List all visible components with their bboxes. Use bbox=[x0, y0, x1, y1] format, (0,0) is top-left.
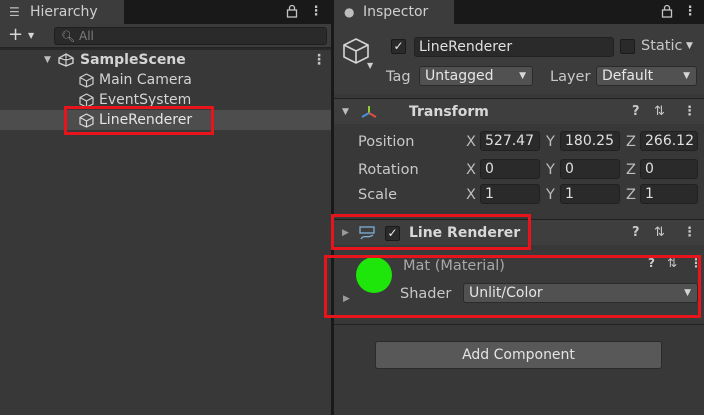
position-label: Position bbox=[358, 134, 415, 150]
chevron-down-icon[interactable]: ▼ bbox=[28, 31, 34, 40]
position-x-field[interactable]: 527.47 bbox=[480, 131, 540, 151]
hierarchy-tab-label: Hierarchy bbox=[30, 4, 98, 20]
x-label: X bbox=[466, 162, 476, 178]
kebab-menu-icon[interactable]: ⋮ bbox=[308, 4, 324, 20]
z-label: Z bbox=[626, 134, 636, 150]
expand-triangle-icon[interactable]: ▼ bbox=[342, 99, 349, 125]
rotation-z-field[interactable]: 0 bbox=[640, 159, 698, 179]
hamburger-list-icon: ☰ bbox=[9, 5, 20, 19]
transform-axes-icon bbox=[360, 104, 378, 124]
help-icon[interactable]: ? bbox=[648, 250, 655, 276]
help-icon[interactable]: ? bbox=[632, 220, 640, 246]
chevron-down-icon: ▼ bbox=[519, 71, 526, 81]
help-icon[interactable]: ? bbox=[632, 99, 640, 125]
add-component-button[interactable]: Add Component bbox=[375, 341, 662, 369]
active-checkbox[interactable]: ✓ bbox=[391, 39, 406, 54]
chevron-down-icon: ▼ bbox=[683, 71, 690, 81]
gameobject-cube-icon[interactable] bbox=[342, 37, 370, 69]
search-icon: 🔍︎ bbox=[61, 30, 75, 43]
hierarchy-tab[interactable]: ☰ Hierarchy bbox=[0, 0, 124, 24]
expand-triangle-icon[interactable]: ▼ bbox=[44, 50, 51, 70]
kebab-menu-icon[interactable]: ⋮ bbox=[682, 4, 698, 20]
shader-label: Shader bbox=[400, 286, 452, 302]
scene-row[interactable]: ▼ SampleScene ⋮ bbox=[0, 50, 331, 70]
y-label: Y bbox=[546, 162, 555, 178]
hierarchy-item-label: EventSystem bbox=[99, 92, 192, 108]
object-name-field[interactable]: LineRenderer bbox=[414, 37, 614, 57]
scene-name: SampleScene bbox=[80, 52, 186, 68]
shader-dropdown[interactable]: Unlit/Color ▼ bbox=[463, 283, 698, 303]
rotation-x-field[interactable]: 0 bbox=[480, 159, 540, 179]
chevron-down-icon[interactable]: ▼ bbox=[686, 41, 693, 51]
shader-value: Unlit/Color bbox=[469, 285, 543, 301]
material-name: Mat (Material) bbox=[403, 258, 505, 274]
scale-x-field[interactable]: 1 bbox=[480, 184, 540, 204]
kebab-menu-icon[interactable]: ⋮ bbox=[683, 99, 696, 125]
layer-dropdown[interactable]: Default ▼ bbox=[596, 66, 697, 86]
scene-kebab-icon[interactable]: ⋮ bbox=[312, 50, 326, 70]
lock-icon[interactable] bbox=[284, 4, 300, 23]
y-label: Y bbox=[546, 187, 555, 203]
material-preview-sphere bbox=[356, 257, 392, 293]
scale-y-field[interactable]: 1 bbox=[560, 184, 620, 204]
collapse-triangle-icon[interactable]: ▶ bbox=[343, 294, 350, 304]
tag-value: Untagged bbox=[425, 68, 494, 84]
static-label: Static bbox=[641, 38, 683, 54]
line-renderer-enabled-checkbox[interactable]: ✓ bbox=[385, 226, 400, 241]
y-label: Y bbox=[546, 134, 555, 150]
z-label: Z bbox=[626, 162, 636, 178]
search-placeholder: All bbox=[79, 29, 94, 43]
kebab-menu-icon[interactable]: ⋮ bbox=[683, 220, 696, 246]
hierarchy-item-linerenderer[interactable]: LineRenderer bbox=[0, 110, 331, 130]
transform-header[interactable]: ▼ Transform ? ⇅ ⋮ bbox=[334, 98, 704, 124]
line-renderer-icon bbox=[358, 225, 376, 245]
inspector-tab[interactable]: ● Inspector bbox=[334, 0, 454, 24]
hierarchy-item-label: LineRenderer bbox=[99, 112, 193, 128]
transform-title: Transform bbox=[409, 104, 489, 120]
chevron-down-icon[interactable]: ▼ bbox=[367, 61, 373, 70]
layer-value: Default bbox=[602, 68, 654, 84]
create-add-button[interactable]: + bbox=[8, 25, 23, 45]
presets-sliders-icon[interactable]: ⇅ bbox=[654, 99, 665, 125]
inspector-tab-label: Inspector bbox=[363, 4, 429, 20]
tag-label: Tag bbox=[386, 69, 411, 85]
tag-dropdown[interactable]: Untagged ▼ bbox=[419, 66, 533, 86]
x-label: X bbox=[466, 187, 476, 203]
z-label: Z bbox=[626, 187, 636, 203]
chevron-down-icon: ▼ bbox=[684, 288, 691, 298]
rotation-label: Rotation bbox=[358, 162, 419, 178]
info-circle-icon: ● bbox=[344, 5, 355, 19]
hierarchy-item-label: Main Camera bbox=[99, 72, 192, 88]
lock-icon[interactable] bbox=[659, 4, 675, 23]
presets-sliders-icon[interactable]: ⇅ bbox=[654, 220, 665, 246]
line-renderer-title: Line Renderer bbox=[409, 225, 521, 241]
position-y-field[interactable]: 180.25 bbox=[560, 131, 620, 151]
hierarchy-item-eventsystem[interactable]: EventSystem bbox=[0, 90, 331, 110]
collapse-triangle-icon[interactable]: ▶ bbox=[342, 220, 349, 246]
kebab-menu-icon[interactable]: ⋮ bbox=[690, 250, 702, 276]
search-input[interactable]: 🔍︎ All bbox=[54, 27, 327, 45]
scale-z-field[interactable]: 1 bbox=[640, 184, 698, 204]
hierarchy-item-main-camera[interactable]: Main Camera bbox=[0, 70, 331, 90]
x-label: X bbox=[466, 134, 476, 150]
gameobject-cube-icon bbox=[79, 113, 94, 134]
rotation-y-field[interactable]: 0 bbox=[560, 159, 620, 179]
presets-sliders-icon[interactable]: ⇅ bbox=[667, 250, 677, 276]
position-z-field[interactable]: 266.12 bbox=[640, 131, 698, 151]
line-renderer-header[interactable]: ▶ ✓ Line Renderer ? ⇅ ⋮ bbox=[334, 219, 704, 245]
section-divider bbox=[334, 324, 704, 325]
layer-label: Layer bbox=[550, 69, 591, 85]
static-checkbox[interactable] bbox=[620, 39, 635, 54]
scale-label: Scale bbox=[358, 187, 398, 203]
